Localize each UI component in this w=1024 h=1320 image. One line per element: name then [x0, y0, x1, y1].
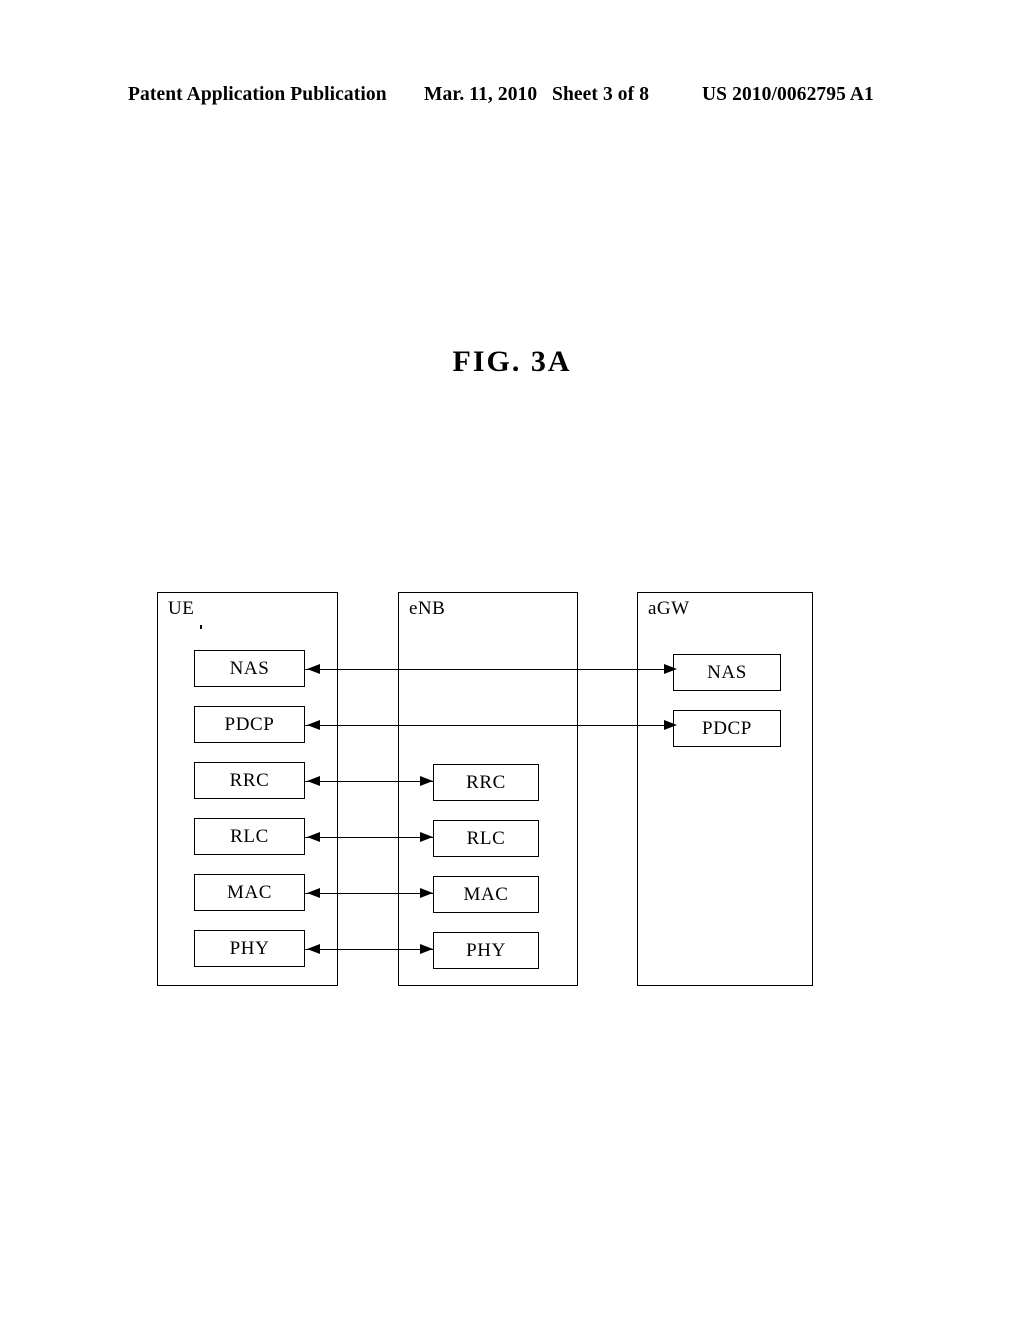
- arrow-phy-to-ue: [307, 944, 320, 954]
- arrow-nas-to-ue: [307, 664, 320, 674]
- arrow-rlc-to-ue: [307, 832, 320, 842]
- arrow-nas-to-agw: [664, 664, 677, 674]
- node-agw: aGW: [637, 592, 813, 986]
- connection-line-phy: [305, 949, 433, 950]
- ue-layer-pdcp: PDCP: [194, 706, 305, 743]
- enb-layer-phy: PHY: [433, 932, 539, 969]
- arrow-pdcp-to-ue: [307, 720, 320, 730]
- node-ue-label: UE: [168, 598, 195, 619]
- enb-layer-mac: MAC: [433, 876, 539, 913]
- arrow-rrc-to-ue: [307, 776, 320, 786]
- connection-line-rlc: [305, 837, 433, 838]
- ue-layer-rlc: RLC: [194, 818, 305, 855]
- arrow-rlc-to-enb: [420, 832, 433, 842]
- ue-layer-nas: NAS: [194, 650, 305, 687]
- arrow-mac-to-enb: [420, 888, 433, 898]
- ue-layer-mac: MAC: [194, 874, 305, 911]
- arrow-phy-to-enb: [420, 944, 433, 954]
- arrow-pdcp-to-agw: [664, 720, 677, 730]
- ue-layer-rrc: RRC: [194, 762, 305, 799]
- connection-line-pdcp: [305, 725, 677, 726]
- scan-speck: [200, 625, 202, 629]
- enb-layer-rrc: RRC: [433, 764, 539, 801]
- connection-line-rrc: [305, 781, 433, 782]
- ue-layer-phy: PHY: [194, 930, 305, 967]
- node-enb-label: eNB: [409, 598, 446, 619]
- enb-layer-rlc: RLC: [433, 820, 539, 857]
- agw-layer-nas: NAS: [673, 654, 781, 691]
- figure-3a-diagram: UE NAS PDCP RRC RLC MAC PHY eNB RRC RLC …: [0, 0, 1024, 1320]
- arrow-rrc-to-enb: [420, 776, 433, 786]
- agw-layer-pdcp: PDCP: [673, 710, 781, 747]
- arrow-mac-to-ue: [307, 888, 320, 898]
- node-agw-label: aGW: [648, 598, 690, 619]
- connection-line-nas: [305, 669, 677, 670]
- connection-line-mac: [305, 893, 433, 894]
